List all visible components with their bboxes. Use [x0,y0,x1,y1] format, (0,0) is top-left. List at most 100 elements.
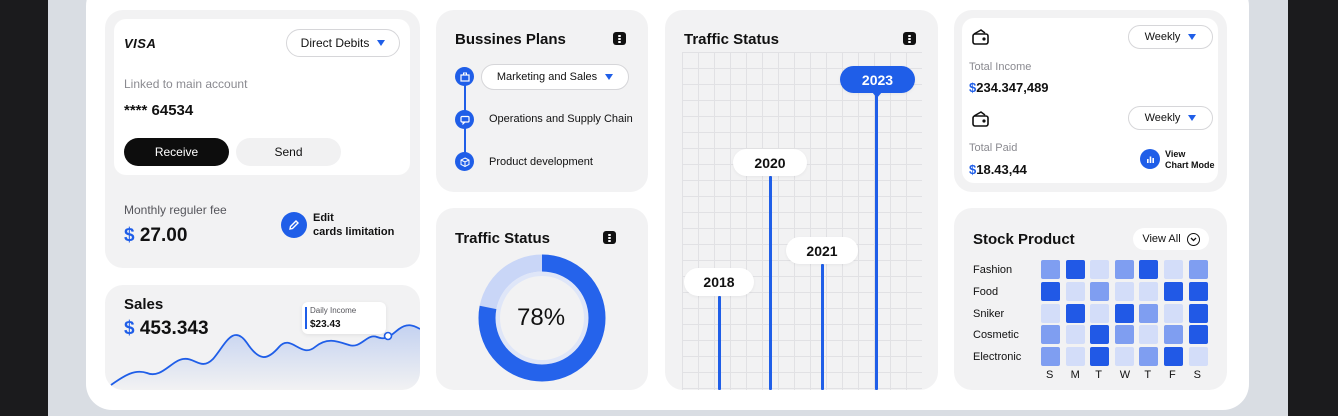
year-tag-2023[interactable]: 2023 [840,66,915,93]
year-line-2020 [769,176,772,390]
income-period-label: Weekly [1144,31,1181,43]
stock-cell[interactable] [1139,303,1159,323]
stock-cell[interactable] [1065,347,1085,367]
stock-cell[interactable] [1164,347,1183,367]
tooltip-value: $23.43 [310,319,341,330]
sales-amount: $ 453.343 [124,318,209,340]
paid-period-label: Weekly [1144,112,1181,124]
year-line-2023 [875,92,878,390]
stock-cell[interactable] [1139,260,1159,279]
total-paid-amount: $18.43,44 [969,162,1027,177]
plan-icon-marketing [455,67,474,86]
view-line2: Chart Mode [1165,160,1215,170]
wallet-icon [972,29,989,45]
box-icon [460,156,469,167]
year-tag-2018[interactable]: 2018 [684,268,754,296]
year-tag-2020[interactable]: 2020 [733,149,807,176]
stock-cell[interactable] [1164,281,1183,301]
sales-marker[interactable] [383,331,393,341]
plan-item-operations[interactable]: Operations and Supply Chain [489,113,633,125]
stock-cell[interactable] [1188,260,1208,279]
stock-cell[interactable] [1041,281,1060,301]
more-options-icon[interactable] [603,231,616,244]
view-all-button[interactable]: View All [1133,228,1209,250]
fee-amount: $ 27.00 [124,225,187,247]
edit-line2: cards limitation [313,226,395,238]
stock-day-label: S [1193,369,1201,381]
stock-cell[interactable] [1114,347,1134,367]
more-options-icon[interactable] [903,32,916,45]
chevron-down-icon [377,40,386,46]
plan-icon-product [455,152,474,171]
stock-cell[interactable] [1090,281,1110,301]
year-tag-2021[interactable]: 2021 [786,237,858,264]
view-line1: View [1165,149,1186,159]
stock-cell[interactable] [1188,281,1208,301]
chevron-down-icon [1186,232,1200,246]
stock-row-label: Cosmetic [973,329,1019,342]
chart-mode-button[interactable] [1140,149,1160,169]
stock-row-label: Fashion [973,264,1013,276]
send-label: Send [274,145,303,159]
stock-cell[interactable] [1065,260,1085,279]
stock-cell[interactable] [1139,347,1159,367]
plan-item-marketing: Marketing and Sales [496,71,598,83]
traffic-percent: 78% [517,304,566,331]
edit-limit-button[interactable] [281,212,307,238]
stock-cell[interactable] [1090,303,1110,323]
direct-debits-dropdown[interactable]: Direct Debits [286,29,400,57]
stock-cell[interactable] [1139,325,1159,345]
stock-cell[interactable] [1188,325,1208,345]
fee-value: 27.00 [139,225,188,246]
stock-cell[interactable] [1090,260,1110,279]
year-tag-2023-pointer [872,92,882,98]
more-options-icon[interactable] [613,32,626,45]
stock-cell[interactable] [1164,303,1183,323]
stock-cell[interactable] [1041,260,1060,279]
stock-cell[interactable] [1065,303,1085,323]
stock-cell[interactable] [1041,325,1060,345]
paid-period-dropdown[interactable]: Weekly [1128,106,1213,130]
stock-cell[interactable] [1114,303,1134,323]
traffic-timeline-title: Traffic Status [684,31,780,48]
stock-cell[interactable] [1090,325,1110,345]
stock-cell[interactable] [1114,325,1134,345]
plan-item-product[interactable]: Product development [489,156,593,168]
stock-title: Stock Product [973,231,1075,248]
stock-row-label: Electronic [973,351,1022,364]
stock-cell[interactable] [1139,281,1159,301]
stock-cell[interactable] [1164,325,1183,345]
send-button[interactable]: Send [236,138,341,166]
plan-icon-operations [455,110,474,129]
stock-cell[interactable] [1188,347,1208,367]
stock-cell[interactable] [1164,260,1183,279]
stock-cell[interactable] [1188,303,1208,323]
receive-button[interactable]: Receive [124,138,229,166]
stock-cell[interactable] [1065,281,1085,301]
view-all-label: View All [1142,233,1181,245]
stock-cell[interactable] [1114,281,1134,301]
daily-income-tooltip: Daily Income $23.43 [302,302,386,334]
income-period-dropdown[interactable]: Weekly [1128,25,1213,49]
visa-logo: VISA [124,36,157,51]
stock-day-label: S [1046,369,1054,381]
stock-day-label: T [1095,369,1102,381]
card-number: **** 64534 [124,102,194,119]
total-income-value: 234.347,489 [976,80,1049,95]
year-line-2021 [821,264,824,390]
stock-cell[interactable] [1090,347,1110,367]
traffic-donut-title: Traffic Status [455,230,551,247]
stock-cell[interactable] [1041,303,1060,323]
edit-limit-text: Edit cards limitation [313,211,394,239]
stock-cell[interactable] [1114,260,1134,279]
stock-cell[interactable] [1065,325,1085,345]
sales-currency: $ [124,318,135,339]
total-income-amount: $234.347,489 [969,80,1049,95]
stock-day-label: F [1169,369,1176,381]
edit-line1: Edit [313,212,334,224]
chevron-down-icon [1188,34,1197,40]
chevron-down-icon [1188,115,1197,121]
stock-cell[interactable] [1041,347,1060,367]
plan-dropdown-marketing[interactable]: Marketing and Sales [481,64,629,90]
sales-value: 453.343 [139,318,209,339]
